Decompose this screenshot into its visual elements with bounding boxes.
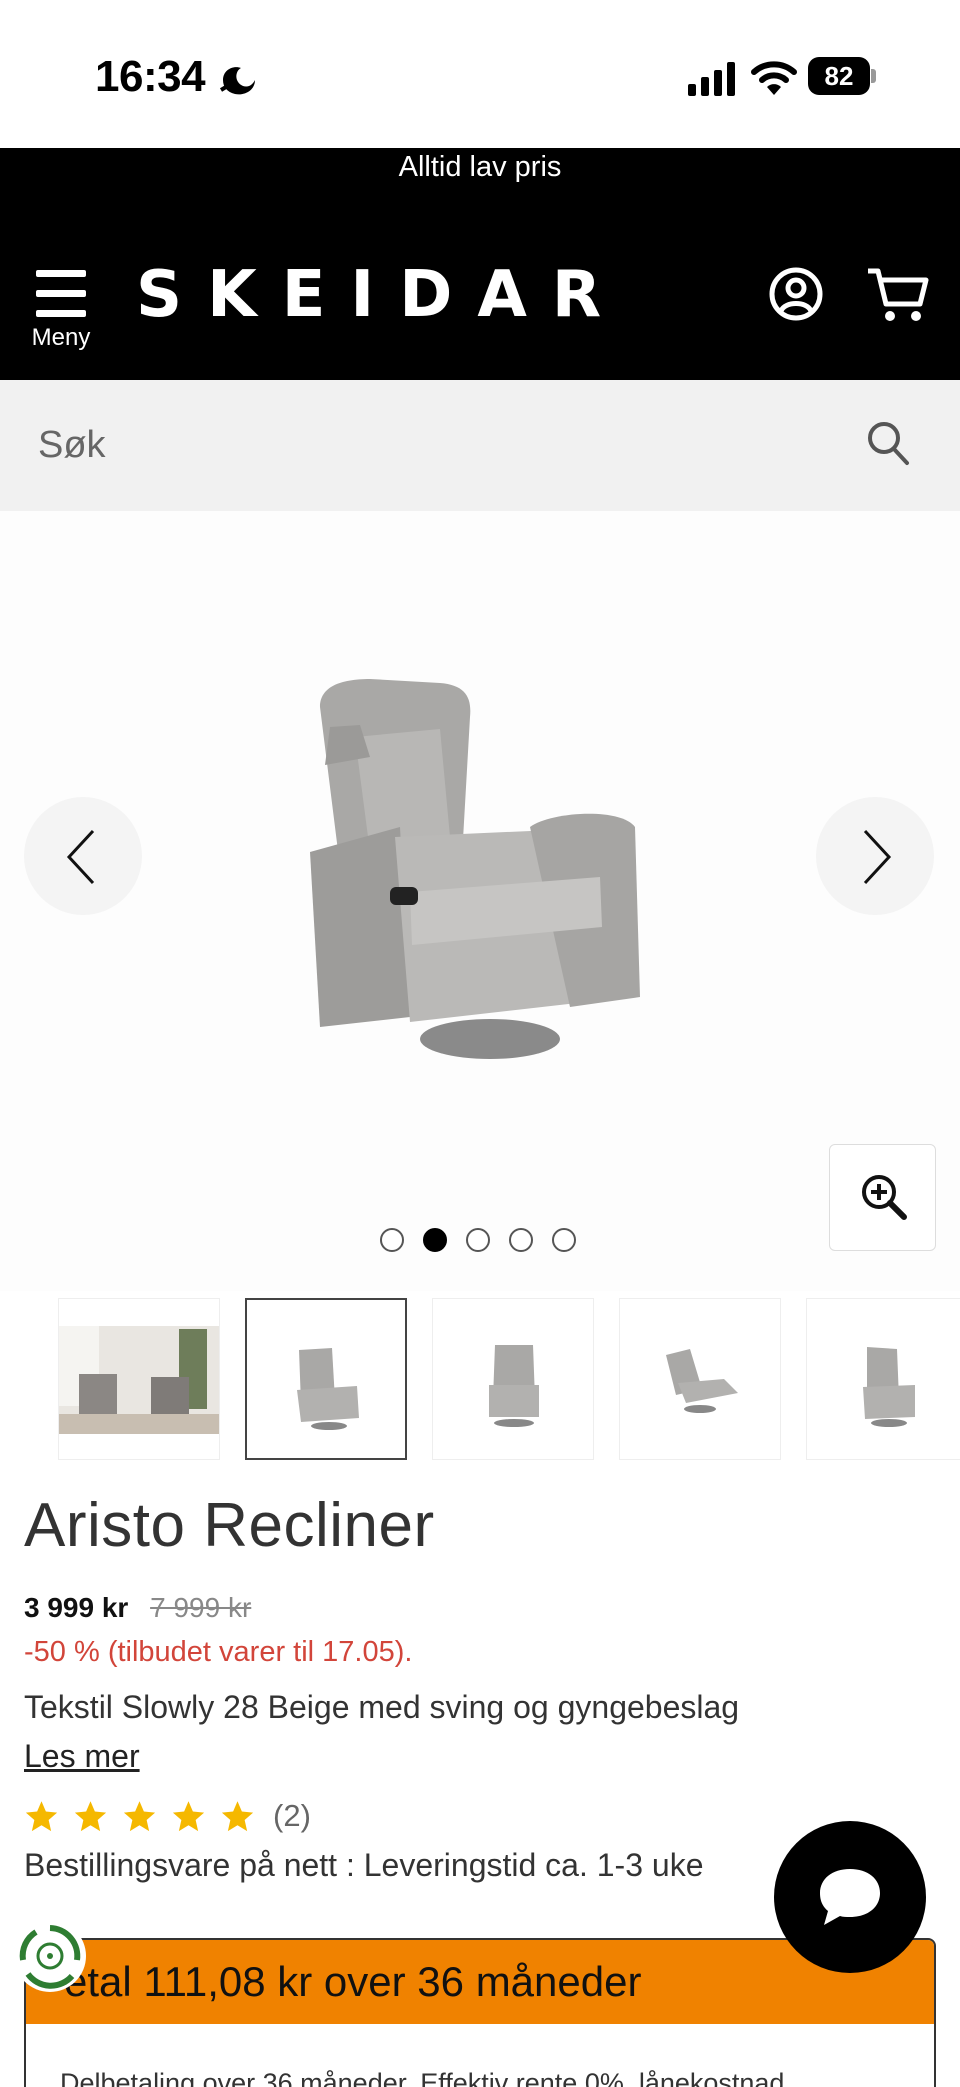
product-title: Aristo Recliner [24,1491,435,1560]
star-icon [123,1800,156,1831]
thumbnail-4[interactable] [619,1298,781,1460]
current-price: 3 999 kr [24,1592,129,1623]
installment-body: Delbetaling over 36 måneder. Effektiv re… [26,2024,934,2087]
delivery-info: Bestillingsvare på nett : Leveringstid c… [24,1847,704,1883]
room-scene-thumbnail-image [59,1326,219,1434]
status-bar: 16:34 82 [0,0,960,148]
focus-moon-icon [219,67,255,95]
promo-banner: Alltid lav pris [398,151,562,183]
price-row: 3 999 kr 7 999 kr [24,1592,251,1624]
thumbnail-strip [0,1298,960,1462]
rating[interactable]: (2) [24,1796,311,1836]
star-icon [74,1800,107,1831]
chevron-left-icon [66,829,95,885]
installment-text: Delbetaling over 36 måneder. Effektiv re… [60,2068,785,2087]
thumbnail-1[interactable] [58,1298,220,1460]
wifi-icon [751,61,797,95]
gallery-dot-4[interactable] [509,1228,533,1252]
recliner-side-thumbnail-image [863,1347,915,1427]
rating-stars [24,1799,255,1834]
search-icon[interactable] [866,420,910,466]
gallery-dot-1[interactable] [380,1228,404,1252]
account-icon[interactable] [768,266,824,322]
search-input[interactable] [38,410,818,480]
gallery-prev-button[interactable] [24,797,142,915]
thumbnail-5[interactable] [806,1298,960,1460]
recliner-front-thumbnail-image [489,1345,539,1427]
rating-count: (2) [273,1798,311,1833]
original-price: 7 999 kr [150,1592,252,1623]
menu-label: Meny [31,324,91,351]
gallery-dot-5[interactable] [552,1228,576,1252]
gallery-dot-3[interactable] [466,1228,490,1252]
recliner-reclined-thumbnail-image [666,1349,738,1413]
search-bar [0,380,960,511]
site-header: Alltid lav pris Meny SKEIDAR [0,148,960,380]
cart-icon[interactable] [866,266,930,324]
read-more-link[interactable]: Les mer [24,1738,140,1775]
battery-indicator: 82 [808,57,876,95]
star-icon [221,1800,254,1831]
chevron-right-icon [863,829,892,885]
star-icon [25,1800,58,1831]
thumbnail-3[interactable] [432,1298,594,1460]
star-icon [172,1800,205,1831]
chat-bubble-icon [820,1869,880,1925]
skeidar-logo[interactable]: SKEIDAR [136,258,626,332]
thumbnail-2[interactable] [245,1298,407,1460]
recycle-badge-icon[interactable] [14,1920,86,1992]
gallery-dots [380,1228,576,1256]
recliner-image[interactable] [300,677,660,1077]
gallery-dot-2[interactable] [423,1228,447,1252]
discount-text: -50 % (tilbudet varer til 17.05). [24,1636,413,1668]
chat-button[interactable] [774,1821,926,1973]
installment-box[interactable]: etal 111,08 kr over 36 måneder Delbetali… [24,1938,936,2087]
cellular-signal-icon [688,62,735,96]
product-gallery [0,511,960,1291]
status-time: 16:34 [95,52,206,101]
battery-level: 82 [824,61,854,91]
gallery-next-button[interactable] [816,797,934,915]
installment-title: etal 111,08 kr over 36 måneder [64,1958,642,2005]
zoom-in-icon [862,1175,907,1220]
menu-button[interactable]: Meny [24,264,98,374]
recliner-thumbnail-image [297,1348,359,1430]
product-subtitle: Tekstil Slowly 28 Beige med sving og gyn… [24,1689,740,1725]
zoom-button[interactable] [829,1144,936,1251]
